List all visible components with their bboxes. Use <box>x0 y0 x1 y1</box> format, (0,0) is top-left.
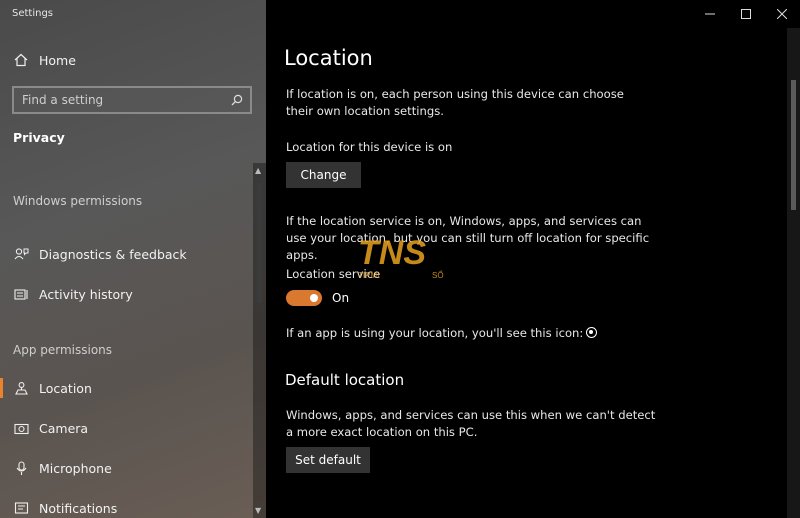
sidebar-item-home[interactable]: Home <box>0 44 252 76</box>
sidebar-item-label: Activity history <box>39 286 133 302</box>
window-controls <box>692 0 800 28</box>
watermark-logo: TNS TIPMI SỐ <box>358 234 444 280</box>
watermark-brand: TNS <box>358 234 426 272</box>
location-in-use-icon <box>586 327 598 338</box>
search-box[interactable] <box>12 86 252 114</box>
toggle-state-label: On <box>332 291 350 305</box>
close-button[interactable] <box>764 0 800 28</box>
sidebar-item-diagnostics[interactable]: Diagnostics & feedback <box>0 238 252 270</box>
maximize-button[interactable] <box>728 0 764 28</box>
change-button[interactable]: Change <box>286 162 361 188</box>
group-title-windows-permissions: Windows permissions <box>13 194 143 208</box>
activity-history-icon <box>13 286 29 302</box>
set-default-button[interactable]: Set default <box>286 447 370 473</box>
sidebar-item-label: Camera <box>39 420 89 436</box>
sidebar-item-microphone[interactable]: Microphone <box>0 452 252 484</box>
device-status-text: Location for this device is on <box>286 140 453 154</box>
icon-info-row: If an app is using your location, you'll… <box>286 325 598 342</box>
icon-info-text: If an app is using your location, you'll… <box>286 326 584 340</box>
watermark-sub-right: SỐ <box>432 270 444 280</box>
sidebar-item-label: Location <box>39 380 92 396</box>
home-icon <box>13 52 29 68</box>
sidebar-scrollbar[interactable]: ▲ ▼ <box>253 163 266 518</box>
default-location-title: Default location <box>285 371 405 389</box>
scrollbar-thumb[interactable] <box>791 80 796 210</box>
sidebar-item-label: Diagnostics & feedback <box>39 246 187 262</box>
maximize-icon <box>741 9 751 19</box>
sidebar-item-camera[interactable]: Camera <box>0 412 252 444</box>
sidebar-item-label: Notifications <box>39 500 118 516</box>
location-icon <box>13 380 29 396</box>
app-title: Settings <box>12 8 54 19</box>
sidebar-item-label: Home <box>39 52 76 68</box>
group-title-app-permissions: App permissions <box>13 343 113 357</box>
minimize-icon <box>705 13 715 15</box>
main-scrollbar[interactable] <box>787 28 800 518</box>
page-title: Location <box>284 46 373 70</box>
search-icon[interactable] <box>228 91 246 109</box>
scroll-up-icon[interactable]: ▲ <box>255 166 261 175</box>
scrollbar-thumb[interactable] <box>257 183 262 303</box>
section-title: Privacy <box>13 130 65 145</box>
toggle-knob <box>310 294 318 302</box>
search-input[interactable] <box>22 93 228 107</box>
default-info-text: Windows, apps, and services can use this… <box>286 408 656 439</box>
sidebar-item-notifications[interactable]: Notifications <box>0 492 252 518</box>
intro-text: If location is on, each person using thi… <box>286 87 624 118</box>
main-content: Location If location is on, each person … <box>266 0 800 518</box>
notifications-icon <box>13 500 29 516</box>
location-service-toggle[interactable] <box>286 290 322 306</box>
minimize-button[interactable] <box>692 0 728 28</box>
watermark-sub-left: TIPMI <box>358 271 379 280</box>
sidebar-item-location[interactable]: Location <box>0 372 252 404</box>
scroll-down-icon[interactable]: ▼ <box>255 506 261 515</box>
sidebar-item-label: Microphone <box>39 460 112 476</box>
sidebar-item-activity-history[interactable]: Activity history <box>0 278 252 310</box>
diagnostics-icon <box>13 246 29 262</box>
microphone-icon <box>13 460 29 476</box>
service-info-text: If the location service is on, Windows, … <box>286 214 650 262</box>
close-icon <box>777 9 787 19</box>
sidebar: Settings Home Privacy Windows permission… <box>0 0 266 518</box>
camera-icon <box>13 420 29 436</box>
